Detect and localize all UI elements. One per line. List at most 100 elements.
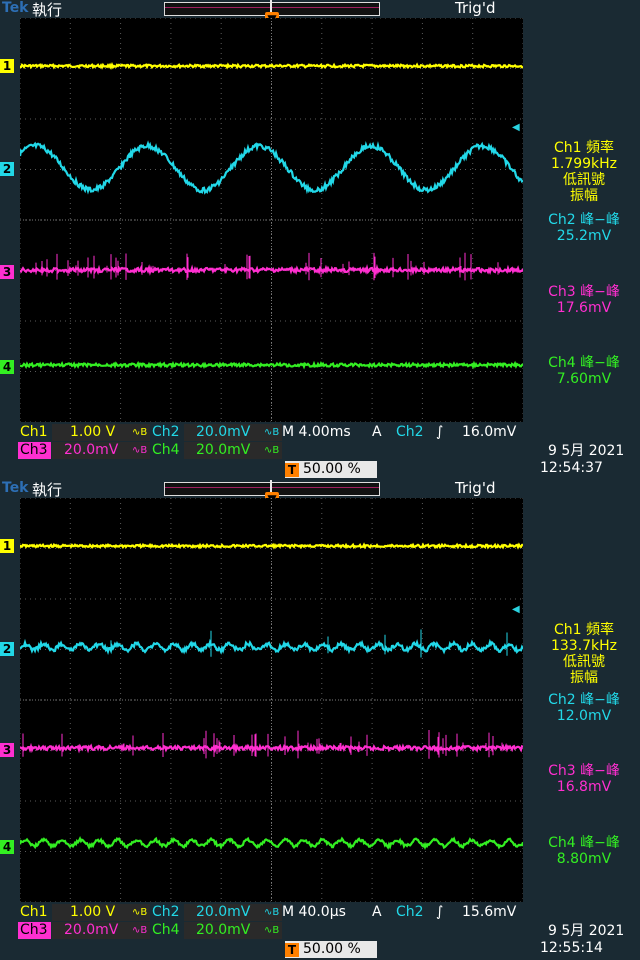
time: 12:55:14 [540,940,603,956]
timebase[interactable]: M 4.00ms [282,424,351,441]
ch4-bw-icon: ∿B [264,445,280,456]
meas-ch3-value: 17.6mV [556,300,612,316]
ch4-readout-label[interactable]: Ch4 [152,442,180,459]
graticule [20,498,523,902]
trigger-position-readout[interactable]: T 50.00 % [285,941,377,958]
meas-ch1-label: Ch1 頻率 [553,140,614,156]
ch1-trace [20,61,523,70]
datetime: 9 5月 2021 12:55:14 [540,923,638,957]
meas-ch3-label: Ch3 峰−峰 [548,763,620,779]
meas-ch3-value: 16.8mV [556,779,612,795]
readout-row-2: Ch3 20.0mV ∿B Ch4 20.0mV ∿B [18,922,524,939]
brand-logo: Tek [2,0,29,16]
ch1-scale[interactable]: 1.00 V [70,904,115,921]
graticule [20,18,523,422]
ch1-readout-label[interactable]: Ch1 [20,904,48,921]
trigger-position-value: 50.00 % [303,461,361,477]
scope-capture-2: Tek 執行 Trig'd ▼ T 1 2 3 4 ◀ Ch1 頻率 133.7… [0,480,640,960]
ch1-trace [20,542,523,550]
meas-ch1-note1: 低訊號 [563,172,605,188]
trigger-position-readout[interactable]: T 50.00 % [285,461,377,478]
meas-ch1-label: Ch1 頻率 [553,622,614,638]
run-status: 執行 [32,481,63,499]
trigger-state: Trig'd [455,480,496,497]
ch2-scale[interactable]: 20.0mV [196,904,250,921]
ch1-scale[interactable]: 1.00 V [70,424,115,441]
ch3-bw-icon: ∿B [132,925,148,936]
meas-ch2-label: Ch2 峰−峰 [548,692,620,708]
ch4-marker[interactable]: 4 [0,840,14,854]
ch4-bw-icon: ∿B [264,925,280,936]
meas-ch1-note2: 振幅 [570,188,598,204]
meas-ch2: Ch2 峰−峰 25.2mV [528,212,640,244]
meas-ch4-value: 8.80mV [556,851,612,867]
trigger-slope-icon: ∫ [436,904,444,920]
acq-mode: A [372,904,382,920]
ch1-marker[interactable]: 1 [0,59,14,73]
ch3-scale[interactable]: 20.0mV [64,922,118,939]
meas-ch1: Ch1 頻率 133.7kHz 低訊號 振幅 [528,622,640,686]
meas-ch4-value: 7.60mV [556,371,612,387]
trigger-source[interactable]: Ch2 [396,424,424,441]
trigger-level[interactable]: 15.6mV [462,904,516,921]
readout-row-1: Ch1 1.00 V ∿B Ch2 20.0mV ∿B M 40.0µs A C… [18,904,524,921]
ch3-marker[interactable]: 3 [0,743,14,757]
trigger-t-icon: T [285,463,299,477]
ch1-marker[interactable]: 1 [0,539,14,553]
ch3-bw-icon: ∿B [132,445,148,456]
ch4-scale[interactable]: 20.0mV [196,922,250,939]
meas-ch2-value: 12.0mV [556,708,612,724]
meas-ch3: Ch3 峰−峰 16.8mV [528,763,640,795]
ch2-bw-icon: ∿B [264,427,280,438]
readout-row-2: Ch3 20.0mV ∿B Ch4 20.0mV ∿B [18,442,524,459]
record-window-span [165,487,379,488]
ch3-marker[interactable]: 3 [0,265,14,279]
date: 9 5月 2021 [548,923,625,939]
ch3-scale[interactable]: 20.0mV [64,442,118,459]
scope-capture-1: Tek 執行 Trig'd ▼ T 1 2 3 4 ◀ Ch1 頻率 1.799… [0,0,640,480]
meas-ch1-note2: 振幅 [570,670,598,686]
meas-ch4-label: Ch4 峰−峰 [548,355,620,371]
trigger-slope-icon: ∫ [436,424,444,440]
ch2-readout-label[interactable]: Ch2 [152,424,180,441]
ch4-scale[interactable]: 20.0mV [196,442,250,459]
run-status: 執行 [32,1,63,19]
trigger-state: Trig'd [455,0,496,17]
status-bar: Tek 執行 Trig'd [0,480,640,499]
timebase[interactable]: M 40.0µs [282,904,346,921]
meas-ch4: Ch4 峰−峰 7.60mV [528,355,640,387]
ch2-marker[interactable]: 2 [0,162,14,176]
trigger-level-arrow-icon: ◀ [512,604,520,615]
acq-mode: A [372,424,382,440]
trigger-position-value: 50.00 % [303,941,361,957]
ch3-readout-label[interactable]: Ch3 [20,922,48,939]
meas-ch2-value: 25.2mV [556,228,612,244]
time: 12:54:37 [540,460,603,476]
datetime: 9 5月 2021 12:54:37 [540,443,638,477]
ch2-marker[interactable]: 2 [0,642,14,656]
meas-ch1-note1: 低訊號 [563,654,605,670]
ch2-readout-label[interactable]: Ch2 [152,904,180,921]
trigger-level[interactable]: 16.0mV [462,424,516,441]
brand-logo: Tek [2,480,29,496]
record-window-span [165,7,379,8]
status-bar: Tek 執行 Trig'd [0,0,640,19]
meas-ch1: Ch1 頻率 1.799kHz 低訊號 振幅 [528,140,640,204]
ch2-scale[interactable]: 20.0mV [196,424,250,441]
meas-ch3: Ch3 峰−峰 17.6mV [528,284,640,316]
meas-ch2: Ch2 峰−峰 12.0mV [528,692,640,724]
ch1-bw-icon: ∿B [132,427,148,438]
ch4-marker[interactable]: 4 [0,360,14,374]
meas-ch4-label: Ch4 峰−峰 [548,835,620,851]
trigger-source[interactable]: Ch2 [396,904,424,921]
ch4-readout-label[interactable]: Ch4 [152,922,180,939]
trigger-t-icon: T [285,943,299,957]
trigger-level-arrow-icon: ◀ [512,122,520,133]
ch1-readout-label[interactable]: Ch1 [20,424,48,441]
ch2-bw-icon: ∿B [264,907,280,918]
meas-ch3-label: Ch3 峰−峰 [548,284,620,300]
meas-ch2-label: Ch2 峰−峰 [548,212,620,228]
meas-ch1-value: 133.7kHz [550,638,618,654]
ch3-readout-label[interactable]: Ch3 [20,442,48,459]
date: 9 5月 2021 [548,443,625,459]
